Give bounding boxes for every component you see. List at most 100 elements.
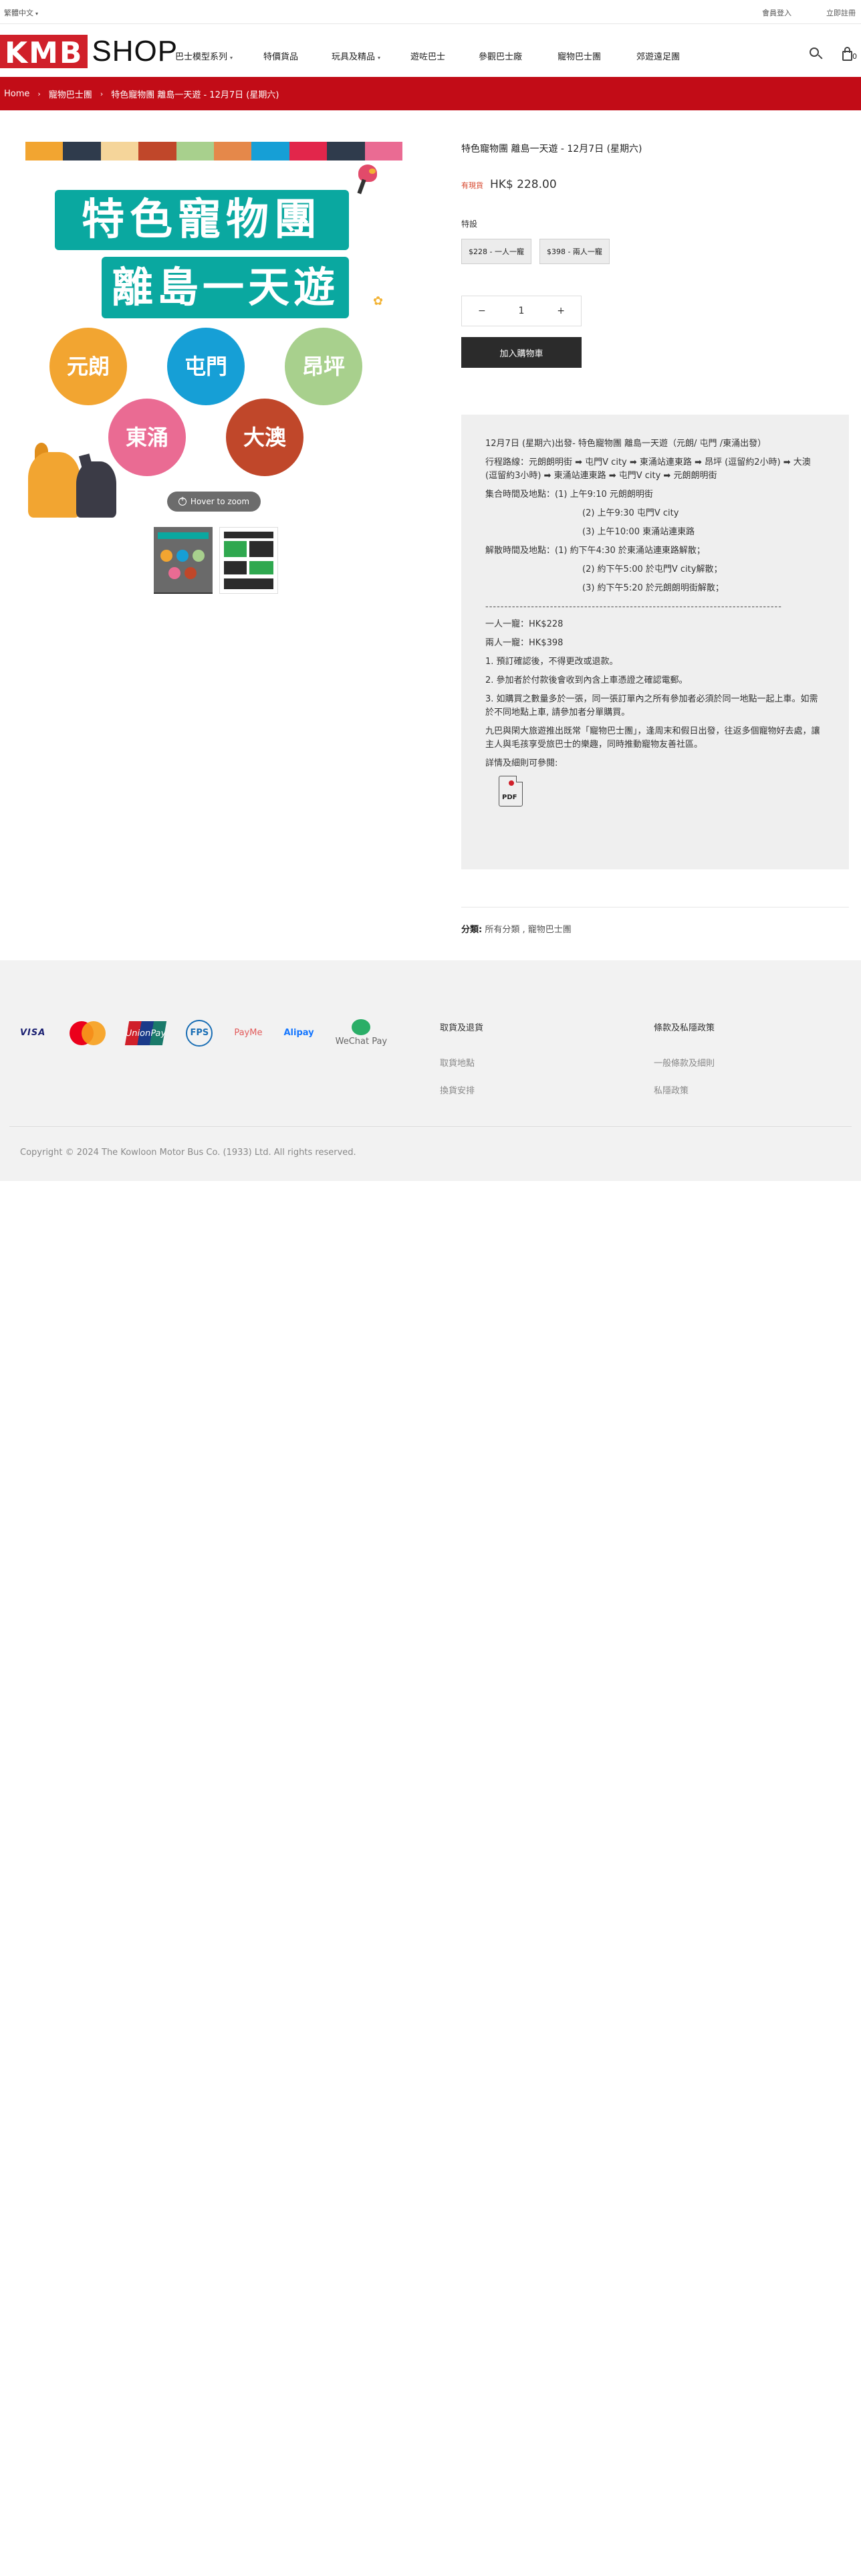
- color-stripe: [25, 142, 64, 160]
- product-main-image[interactable]: 特色寵物團 離島一天遊 ✿ 元朗 屯門 昂坪 東涌 大澳 Hover to zo…: [25, 142, 402, 519]
- note-1: 1. 預訂確認後，不得更改或退款。: [485, 657, 618, 667]
- nav-item-bus-models[interactable]: 巴士模型系列 ▾: [175, 49, 263, 62]
- chevron-down-icon: ▾: [378, 55, 381, 61]
- alipay-logo: Alipay: [283, 1028, 314, 1038]
- mastercard-logo: [67, 1021, 106, 1045]
- pdf-label: PDF: [502, 794, 517, 801]
- footer-link-pickup[interactable]: 取貨地點: [440, 1056, 483, 1069]
- paw-icon: ✿: [373, 294, 384, 308]
- promo-text: 九巴與閑大旅遊推出既常「寵物巴士團」，逢周末和假日出發，往返多個寵物好去處，讓主…: [485, 726, 820, 750]
- thumbnail-1[interactable]: [154, 527, 213, 594]
- copyright: Copyright © 2024 The Kowloon Motor Bus C…: [20, 1148, 356, 1158]
- product-category: 分類: 所有分類 , 寵物巴士團: [461, 907, 849, 935]
- logo-shop: SHOP: [92, 35, 178, 68]
- option-label: 特設: [461, 219, 478, 229]
- chevron-right-icon: ›: [37, 89, 41, 98]
- chevron-down-icon: ▾: [230, 55, 233, 61]
- logo-kmb: KMB: [0, 35, 88, 70]
- nav-item-special-offers[interactable]: 特價貨品: [263, 49, 332, 62]
- location-circle: 大澳: [226, 399, 303, 476]
- language-selector[interactable]: 繁體中文 ▾: [4, 7, 38, 18]
- poster-color-stripes: [25, 142, 402, 160]
- footer-link-exchange[interactable]: 換貨安排: [440, 1083, 483, 1096]
- quantity-stepper: − 1 +: [461, 296, 582, 326]
- login-link[interactable]: 會員登入: [762, 9, 791, 17]
- top-bar: 繁體中文 ▾ 會員登入 立即註冊: [0, 0, 861, 24]
- nav-item-bus-tour[interactable]: 遊咗巴士: [410, 49, 479, 62]
- cart-icon[interactable]: 0: [840, 45, 857, 63]
- meet-point-3: (3) 上午10:00 東涌站連東路: [582, 527, 695, 537]
- color-stripe: [251, 142, 289, 160]
- color-stripe: [364, 142, 402, 160]
- register-link[interactable]: 立即註冊: [826, 9, 856, 17]
- breadcrumb-category[interactable]: 寵物巴士團: [49, 88, 92, 100]
- location-circle: 昂坪: [285, 328, 362, 405]
- footer-link-privacy[interactable]: 私隱政策: [654, 1083, 715, 1096]
- dismiss-point-1: (1) 約下午4:30 於東涌站連東路解散；: [555, 546, 705, 556]
- desc-dismissal: 解散時間及地點：(1) 約下午4:30 於東涌站連東路解散；: [485, 544, 825, 558]
- zoom-icon: [178, 496, 187, 506]
- thumbnail-2[interactable]: [219, 527, 278, 594]
- thumbnail-strip: [154, 527, 285, 594]
- qty-decrease-button[interactable]: −: [478, 306, 486, 316]
- product-info: 特色寵物團 離島一天遊 - 12月7日 (星期六) 有現貨 HK$ 228.00…: [461, 142, 849, 368]
- add-to-cart-button[interactable]: 加入購物車: [461, 337, 582, 368]
- visa-logo: VISA: [20, 1028, 46, 1038]
- product-price: HK$ 228.00: [490, 178, 557, 191]
- variant-options: $228 - 一人一寵 $398 - 兩人一寵: [461, 239, 618, 264]
- footer-link-terms[interactable]: 一般條款及細則: [654, 1056, 715, 1069]
- nav-item-toys[interactable]: 玩具及精品 ▾: [332, 49, 410, 62]
- fps-logo: FPS: [186, 1019, 213, 1047]
- location-circle: 屯門: [167, 328, 245, 405]
- qty-input[interactable]: 1: [519, 306, 525, 316]
- qty-increase-button[interactable]: +: [557, 306, 565, 316]
- wechat-pay-logo: WeChat Pay: [336, 1019, 387, 1047]
- account-links: 會員登入 立即註冊: [727, 7, 856, 18]
- kmb-shop-logo[interactable]: KMB SHOP: [0, 35, 178, 70]
- nav-item-hiking-tour[interactable]: 郊遊遠足團: [636, 49, 715, 62]
- product-title: 特色寵物團 離島一天遊 - 12月7日 (星期六): [461, 144, 642, 154]
- footer-col-title: 條款及私隱政策: [654, 1023, 715, 1033]
- footer-divider: [9, 1126, 852, 1127]
- color-stripe: [138, 142, 176, 160]
- site-footer: VISA UnionPay FPS PayMe Alipay WeChat Pa…: [0, 960, 861, 1181]
- details-label: 詳情及細則可參閱:: [485, 758, 558, 768]
- hover-to-zoom-badge: Hover to zoom: [167, 492, 261, 512]
- dismiss-point-2: (2) 約下午5:00 於屯門V city解散；: [582, 564, 723, 574]
- color-stripe: [289, 142, 328, 160]
- poster-title-line2: 離島一天遊: [102, 257, 349, 318]
- pets-illustration: [28, 443, 122, 518]
- category-links[interactable]: 所有分類 , 寵物巴士團: [485, 925, 571, 935]
- divider-dashes: ----------------------------------------…: [485, 602, 782, 612]
- header-icons: 0: [793, 45, 857, 63]
- pdf-icon[interactable]: PDF: [499, 776, 523, 807]
- language-label: 繁體中文: [4, 9, 33, 17]
- color-stripe: [214, 142, 252, 160]
- desc-meeting: 集合時間及地點：(1) 上午9:10 元朗朗明街: [485, 488, 825, 502]
- chevron-right-icon: ›: [100, 89, 104, 98]
- desc-heading: 12月7日 (星期六)出發- 特色寵物團 離島一天遊（元朗/ 屯門 /東涌出發）: [485, 439, 767, 449]
- breadcrumb-home[interactable]: Home: [4, 89, 29, 99]
- category-label: 分類:: [461, 925, 483, 935]
- search-icon[interactable]: [808, 45, 825, 63]
- footer-col-terms: 條款及私隱政策 一般條款及細則 私隱政策: [654, 1021, 715, 1111]
- cart-count: 0: [852, 52, 857, 61]
- payme-logo: PayMe: [234, 1028, 263, 1038]
- color-stripe: [327, 142, 365, 160]
- meet-point-2: (2) 上午9:30 屯門V city: [582, 508, 679, 518]
- meet-point-1: (1) 上午9:10 元朗朗明街: [555, 490, 653, 500]
- note-3: 3. 如購買之數量多於一張，同一張訂單內之所有參加者必須於同一地點一起上車。如需…: [485, 694, 818, 718]
- color-stripe: [176, 142, 215, 160]
- nav-item-depot-visit[interactable]: 參觀巴士廠: [479, 49, 558, 62]
- site-header: KMB SHOP 巴士模型系列 ▾ 特價貨品 玩具及精品 ▾ 遊咗巴士 參觀巴士廠 …: [0, 24, 861, 76]
- breadcrumb: Home › 寵物巴士團 › 特色寵物團 離島一天遊 - 12月7日 (星期六): [0, 77, 861, 110]
- dismiss-point-3: (3) 約下午5:20 於元朗朗明街解散；: [582, 583, 724, 593]
- meet-label: 集合時間及地點：: [485, 490, 556, 500]
- dismiss-label: 解散時間及地點：: [485, 546, 556, 556]
- nav-item-pet-bus-tour[interactable]: 寵物巴士團: [558, 49, 636, 62]
- breadcrumb-current: 特色寵物團 離島一天遊 - 12月7日 (星期六): [111, 90, 279, 100]
- note-2: 2. 參加者於付款後會收到內含上車憑證之確認電郵。: [485, 675, 688, 685]
- variant-option-single[interactable]: $228 - 一人一寵: [461, 239, 531, 264]
- main-nav: 巴士模型系列 ▾ 特價貨品 玩具及精品 ▾ 遊咗巴士 參觀巴士廠 寵物巴士團 郊遊遠…: [175, 49, 715, 62]
- variant-option-double[interactable]: $398 - 兩人一寵: [539, 239, 610, 264]
